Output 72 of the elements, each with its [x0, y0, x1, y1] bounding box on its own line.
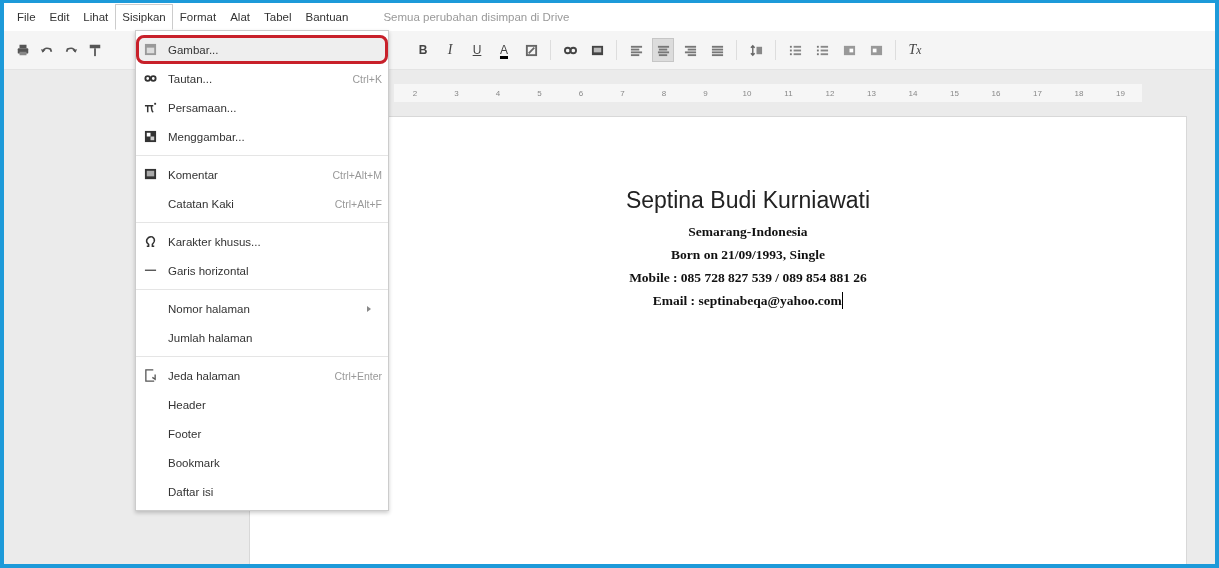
ruler-number: 8 [660, 88, 668, 98]
ruler-number: 14 [907, 88, 919, 98]
highlighter-icon [524, 43, 538, 57]
menu-entry[interactable]: Header [136, 390, 388, 419]
menu-entry[interactable]: Karakter khusus... [136, 227, 388, 256]
menu-entry[interactable]: Komentar Ctrl+Alt+M [136, 160, 388, 189]
indent-icon [869, 43, 883, 57]
menu-entry[interactable]: Catatan Kaki Ctrl+Alt+F [136, 189, 388, 218]
drawing-icon [144, 130, 157, 143]
bulleted-list-icon [815, 43, 829, 57]
text-color-button[interactable]: A [493, 38, 515, 62]
menu-entry[interactable]: Tautan... Ctrl+K [136, 64, 388, 93]
numbered-list-icon [788, 43, 802, 57]
ruler-number: 2 [411, 88, 419, 98]
document-title: Septina Budi Kurniawati [625, 187, 871, 214]
menu-item[interactable]: Alat [223, 4, 257, 30]
ruler-number: 12 [824, 88, 836, 98]
menu-entry[interactable]: Daftar isi [136, 477, 388, 506]
omega-icon [144, 235, 157, 248]
menu-item[interactable]: Bantuan [298, 4, 356, 30]
menu-item[interactable]: Tabel [257, 4, 299, 30]
page-break-icon [144, 369, 157, 382]
bold-button[interactable]: B [412, 38, 434, 62]
ruler-number: 6 [577, 88, 585, 98]
menu-item[interactable]: Format [172, 4, 224, 30]
align-left-icon [629, 43, 643, 57]
line-spacing-icon [749, 43, 763, 57]
ruler-number: 19 [1115, 88, 1126, 98]
menu-entry[interactable]: Bookmark [136, 448, 388, 477]
menu-entry[interactable]: Gambar... [136, 35, 388, 64]
menu-entry[interactable]: Nomor halaman [136, 294, 388, 323]
ruler-number: 7 [619, 88, 626, 98]
document-line: Semarang-Indonesia [688, 223, 808, 240]
ruler-number: 11 [783, 88, 794, 98]
ruler-number: 5 [536, 88, 543, 98]
align-center-icon [656, 43, 670, 57]
ruler-number: 9 [702, 88, 709, 98]
menu-entry[interactable]: Footer [136, 419, 388, 448]
ruler-number: 4 [494, 88, 502, 98]
document-line: Email : septinabeqa@yahoo.com [652, 292, 842, 309]
print-icon[interactable] [16, 43, 30, 57]
document-line: Mobile : 085 728 827 539 / 089 854 881 26 [629, 269, 867, 286]
pi-icon [144, 101, 157, 114]
ruler-number: 3 [453, 88, 460, 98]
align-right-icon [683, 43, 697, 57]
save-status: Semua perubahan disimpan di Drive [383, 11, 570, 23]
ruler-number: 17 [1032, 88, 1043, 98]
image-icon [144, 43, 157, 56]
document-line: Born on 21/09/1993, Single [671, 246, 825, 263]
ruler-number: 18 [1073, 88, 1085, 98]
ruler-number: 15 [949, 88, 960, 98]
aligncenter-button[interactable] [652, 38, 674, 62]
italic-button[interactable]: I [439, 38, 461, 62]
paint-roller-icon[interactable] [88, 43, 102, 57]
ruler-number: 13 [866, 88, 877, 98]
menu-entry[interactable]: Menggambar... [136, 122, 388, 151]
underline-button[interactable]: U [466, 38, 488, 62]
menu-entry[interactable]: Garis horizontal [136, 256, 388, 285]
comment-icon [144, 168, 157, 181]
menu-item[interactable]: Edit [42, 4, 77, 30]
ruler-number: 10 [741, 88, 753, 98]
justify-icon [710, 43, 724, 57]
menu-item[interactable]: Sisipkan [115, 4, 173, 30]
menu-item[interactable]: Lihat [76, 4, 116, 30]
link-icon [144, 72, 157, 85]
menu-entry[interactable]: Persamaan... [136, 93, 388, 122]
comment-icon [590, 43, 604, 57]
ruler-number: 16 [990, 88, 1002, 98]
menu-entry[interactable]: Jeda halaman Ctrl+Enter [136, 361, 388, 390]
menu-item[interactable]: File [10, 4, 43, 30]
outdent-icon [842, 43, 856, 57]
menu-entry[interactable]: Jumlah halaman [136, 323, 388, 352]
